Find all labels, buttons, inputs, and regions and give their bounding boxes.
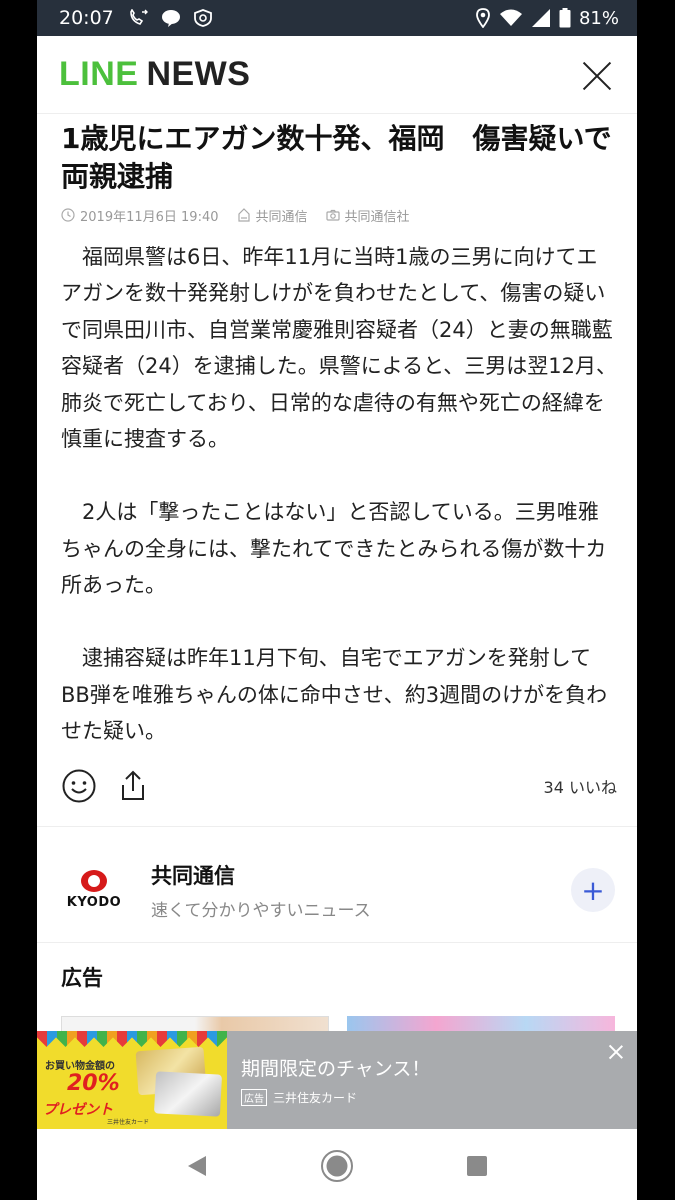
line-news-logo: LINE NEWS (59, 55, 250, 94)
close-button[interactable] (579, 57, 615, 93)
logo-line-text: LINE (59, 55, 139, 93)
home-button[interactable] (317, 1146, 357, 1186)
recents-button[interactable] (457, 1146, 497, 1186)
reaction-smiley-icon[interactable] (61, 768, 97, 804)
app-header: LINE NEWS (37, 36, 637, 114)
call-forwarding-icon (129, 9, 148, 25)
kyodo-mark-icon (81, 870, 107, 892)
ad-image-promo-text: お買い物金額の (45, 1061, 115, 1072)
ad-banner-title: 期間限定のチャンス！ (241, 1058, 431, 1080)
ad-section-title: 広告 (61, 966, 103, 990)
back-button[interactable] (177, 1146, 217, 1186)
publisher-description: 速くて分かりやすいニュース (151, 900, 371, 921)
screen: 20:07 81% LINE NEWS 1歳児にエアガン数十発、福岡 傷害疑いで両… (37, 0, 637, 1200)
article-paragraph-3: 逮捕容疑は昨年11月下旬、自宅でエアガンを発射してBB弾を唯雅ちゃんの体に命中さ… (61, 646, 608, 744)
article-meta: 2019年11月6日 19:40 共同通信 共同通信社 (61, 206, 617, 225)
meta-source[interactable]: 共同通信 (237, 206, 308, 225)
meta-date-text: 2019年11月6日 19:40 (80, 209, 219, 225)
signal-icon (531, 9, 550, 27)
publisher-logo-text: KYODO (66, 895, 122, 910)
article-paragraph-2: 2人は「撃ったことはない」と否認している。三男唯雅ちゃんの全身には、撃たれてでき… (61, 500, 607, 598)
publisher-logo: KYODO (59, 870, 129, 910)
ad-close-button[interactable] (607, 1043, 625, 1061)
wifi-icon (499, 9, 522, 26)
recents-square-icon (467, 1156, 487, 1176)
battery-icon (559, 8, 571, 28)
status-bar: 20:07 81% (37, 0, 637, 36)
meta-date: 2019年11月6日 19:40 (61, 206, 219, 225)
location-icon (476, 8, 490, 28)
logo-news-text: NEWS (146, 55, 251, 93)
publisher-text: 共同通信 速くて分かりやすいニュース (151, 860, 371, 921)
publisher-name: 共同通信 (151, 863, 235, 888)
back-triangle-icon (188, 1156, 206, 1176)
clock-icon (61, 208, 75, 222)
follow-button[interactable]: + (571, 868, 615, 912)
article: 1歳児にエアガン数十発、福岡 傷害疑いで両親逮捕 2019年11月6日 19:4… (61, 120, 617, 750)
ad-badge: 広告 (241, 1089, 267, 1106)
status-right: 81% (475, 8, 619, 29)
meta-photo-credit-text: 共同通信社 (344, 209, 410, 225)
ad-image-present: プレゼント (43, 1102, 113, 1118)
status-time: 20:07 (59, 7, 114, 29)
meta-photo-credit: 共同通信社 (325, 206, 410, 225)
meta-source-text: 共同通信 (255, 209, 308, 225)
likes-count[interactable]: 34 いいね (544, 774, 617, 798)
shield-app-icon (193, 9, 212, 27)
camera-icon (325, 209, 340, 221)
ad-banner-image: お買い物金額の 20% プレゼント 三井住友カード (37, 1031, 227, 1129)
divider (37, 826, 637, 827)
credit-card-silver (153, 1071, 223, 1117)
divider (37, 942, 637, 943)
battery-percent: 81% (578, 7, 619, 29)
share-icon[interactable] (115, 768, 151, 804)
article-body: 福岡県警は6日、昨年11月に当時1歳の三男に向けてエアガンを数十発発射しけがを負… (61, 239, 617, 750)
bunting-decoration (37, 1031, 227, 1047)
publisher-card[interactable]: KYODO 共同通信 速くて分かりやすいニュース + (37, 840, 637, 940)
ad-banner[interactable]: お買い物金額の 20% プレゼント 三井住友カード 期間限定のチャンス！ 広告 … (37, 1031, 637, 1129)
ad-image-percent: 20% (67, 1071, 120, 1096)
line-notification-icon (161, 10, 180, 27)
home-circle-icon (321, 1150, 353, 1182)
ad-banner-sub: 広告 三井住友カード (241, 1089, 430, 1106)
ad-image-issuer: 三井住友カード (107, 1119, 150, 1126)
ad-sponsor: 三井住友カード (273, 1091, 358, 1105)
system-nav-bar (37, 1132, 637, 1200)
article-headline: 1歳児にエアガン数十発、福岡 傷害疑いで両親逮捕 (61, 122, 612, 193)
publisher-icon (237, 208, 250, 222)
article-actions: 34 いいね (61, 766, 617, 806)
article-paragraph-1: 福岡県警は6日、昨年11月に当時1歳の三男に向けてエアガンを数十発発射しけがを負… (61, 244, 617, 452)
ad-banner-text: 期間限定のチャンス！ 広告 三井住友カード (241, 1054, 430, 1106)
